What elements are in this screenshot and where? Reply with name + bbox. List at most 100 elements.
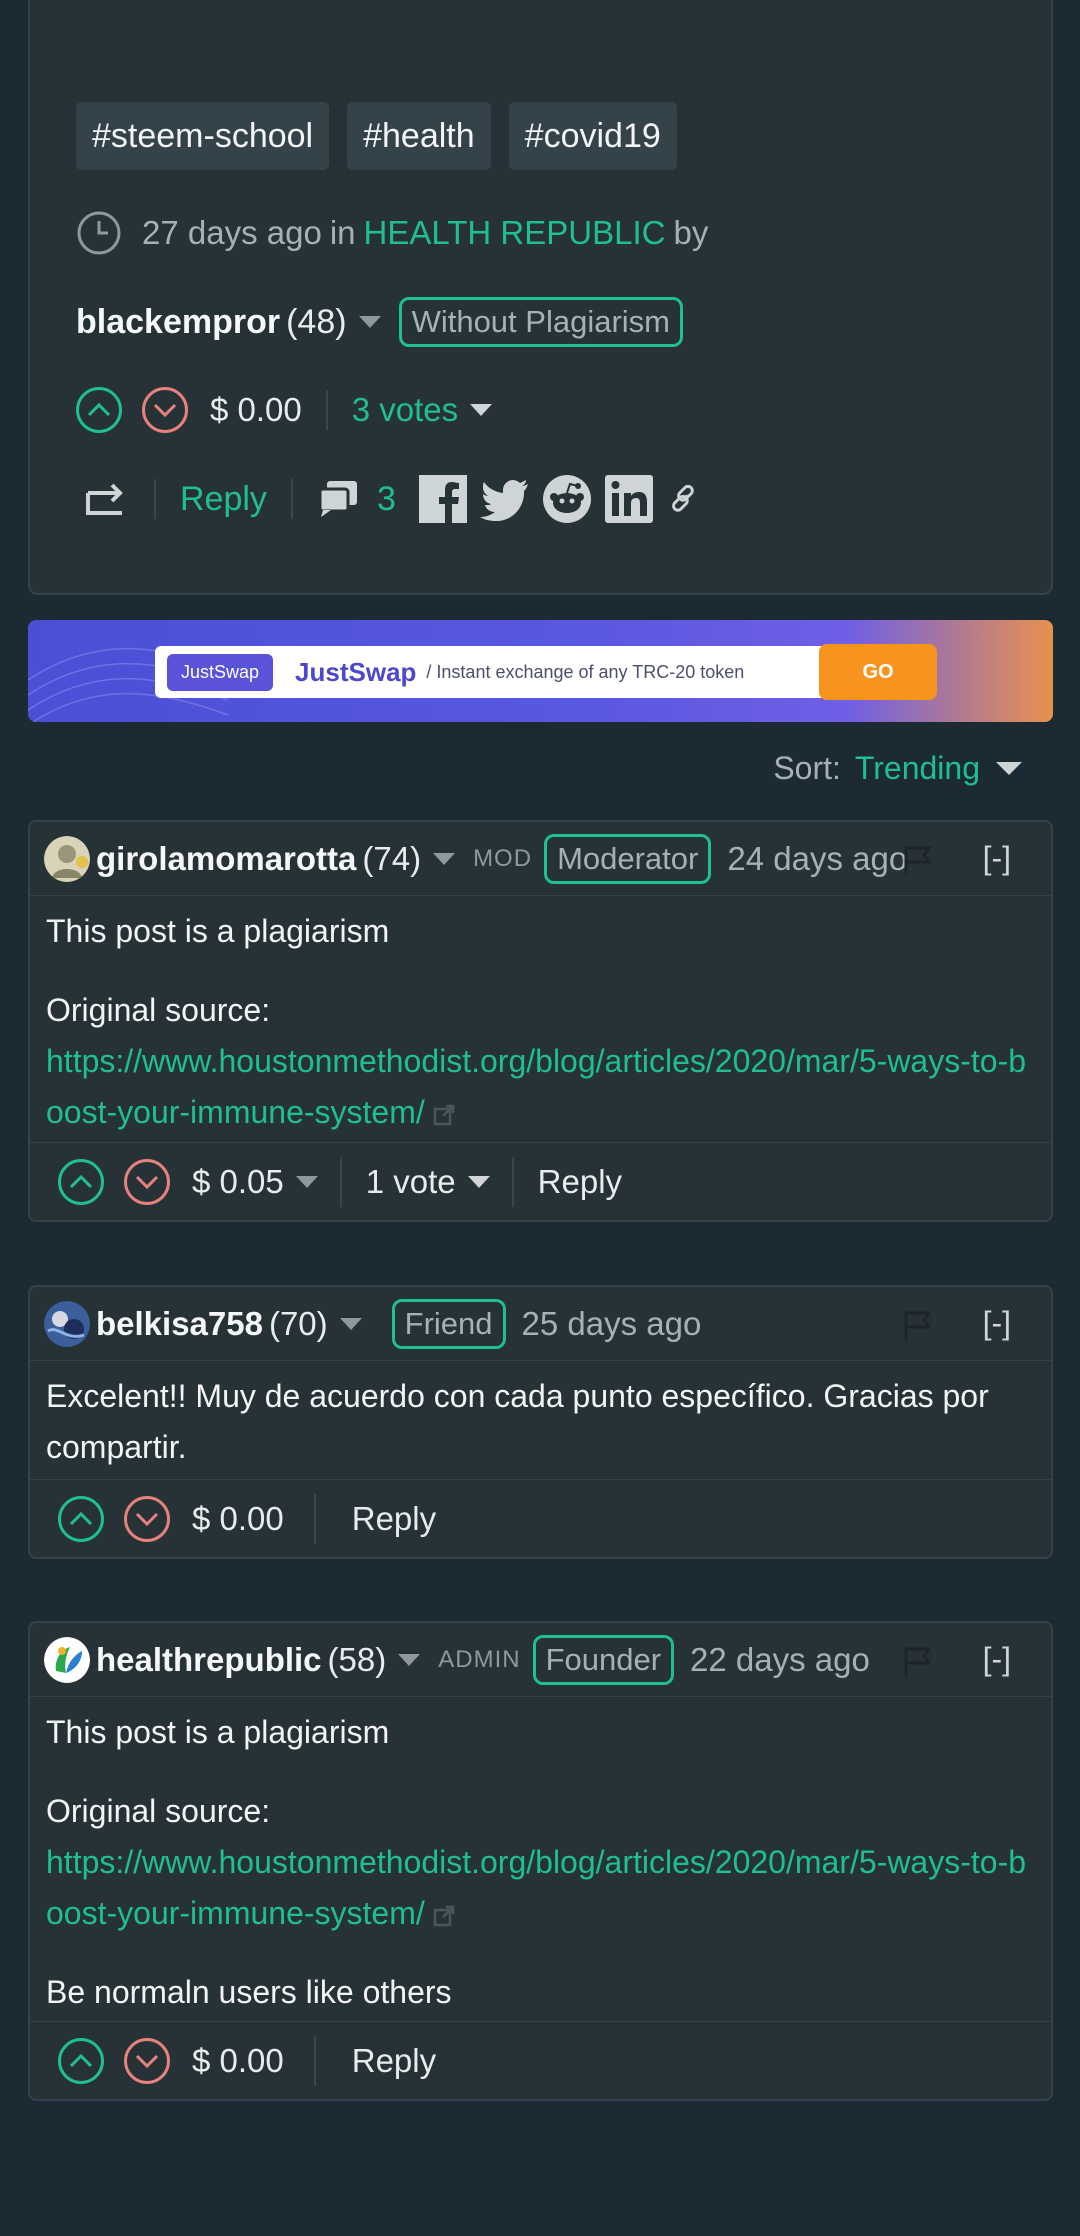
comment-votes[interactable]: 1 vote [366, 1163, 456, 1201]
post-votes[interactable]: 3 votes [352, 391, 458, 429]
role-label: ADMIN [438, 1645, 521, 1673]
comment-time[interactable]: 24 days ago [727, 840, 907, 878]
comment-author[interactable]: belkisa758 [96, 1305, 263, 1343]
upvote-button[interactable] [58, 1158, 104, 1205]
tag-steem-school[interactable]: #steem-school [76, 102, 330, 170]
divider [325, 390, 328, 430]
facebook-icon[interactable] [418, 474, 468, 524]
link-icon[interactable] [666, 477, 702, 521]
downvote-button[interactable] [142, 387, 188, 433]
comment-payout[interactable]: $ 0.00 [192, 1500, 284, 1538]
avatar[interactable] [44, 1636, 90, 1683]
post-action-bar: Reply 3 [76, 474, 702, 524]
downvote-button[interactable] [124, 1495, 170, 1542]
comment-text: This post is a plagiarism [46, 1714, 390, 1750]
author-badge: Without Plagiarism [398, 297, 683, 347]
post-vote-bar: $ 0.00 3 votes [76, 387, 510, 433]
chevron-down-icon [135, 2054, 159, 2068]
avatar[interactable] [44, 835, 90, 882]
upvote-button[interactable] [58, 1495, 104, 1542]
tag-health[interactable]: #health [347, 102, 491, 170]
author-reputation: (48) [286, 302, 347, 341]
source-link[interactable]: https://www.houstonmethodist.org/blog/ar… [46, 1043, 1026, 1130]
post-payout[interactable]: $ 0.00 [210, 391, 302, 429]
source-label: Original source: [46, 1793, 271, 1829]
by-text: by [673, 214, 709, 251]
clock-icon [77, 211, 121, 255]
linkedin-icon[interactable] [604, 474, 654, 524]
downvote-button[interactable] [124, 2037, 170, 2084]
comment-body: Excelent!! Muy de acuerdo con cada punto… [30, 1361, 1051, 1473]
sort-control[interactable]: Sort: Trending [773, 750, 1040, 787]
banner-title: JustSwap [295, 656, 417, 687]
chevron-up-icon [69, 1174, 93, 1188]
community-link[interactable]: HEALTH REPUBLIC [364, 214, 666, 252]
post-footer-card: #steem-school #health #covid19 27 days a… [28, 0, 1053, 595]
comment-author[interactable]: girolamomarotta [96, 840, 356, 878]
comment-footer: $ 0.00 Reply [30, 1479, 1051, 1557]
reddit-icon[interactable] [542, 474, 592, 524]
comment-payout[interactable]: $ 0.05 [192, 1163, 284, 1201]
banner-content: JustSwap JustSwap / Instant exchange of … [155, 644, 937, 700]
sort-value[interactable]: Trending [855, 750, 980, 787]
justswap-logo: JustSwap [167, 653, 274, 691]
flag-icon[interactable] [903, 844, 933, 876]
collapse-button[interactable]: [-] [983, 840, 1011, 877]
comment-time[interactable]: 25 days ago [522, 1305, 702, 1343]
source-label: Original source: [46, 992, 271, 1028]
upvote-button[interactable] [58, 2037, 104, 2084]
collapse-button[interactable]: [-] [983, 1305, 1011, 1342]
upvote-button[interactable] [76, 387, 122, 433]
chevron-up-icon [87, 402, 111, 417]
divider [511, 1156, 514, 1207]
comment-text: Excelent!! Muy de acuerdo con cada punto… [46, 1378, 989, 1465]
chevron-up-icon [69, 1511, 93, 1525]
collapse-button[interactable]: [-] [983, 1641, 1011, 1678]
comment-footer: $ 0.05 1 vote Reply [30, 1142, 1051, 1220]
comments-icon[interactable] [317, 479, 361, 519]
reblog-icon[interactable] [84, 479, 130, 519]
reply-button[interactable]: Reply [180, 480, 267, 519]
chevron-down-icon[interactable] [398, 1653, 421, 1666]
justswap-banner[interactable]: JustSwap JustSwap / Instant exchange of … [28, 620, 1053, 722]
divider [154, 479, 156, 519]
chevron-down-icon[interactable] [433, 852, 456, 865]
chevron-down-icon[interactable] [339, 1317, 362, 1330]
post-meta: 27 days ago in HEALTH REPUBLIC by [76, 210, 708, 256]
comment-count[interactable]: 3 [377, 480, 396, 519]
external-link-icon [433, 1905, 454, 1926]
avatar[interactable] [44, 1300, 90, 1347]
comment-card: healthrepublic (58) ADMIN Founder 22 day… [28, 1621, 1053, 2101]
downvote-button[interactable] [124, 1158, 170, 1205]
reply-button[interactable]: Reply [538, 1163, 622, 1201]
comment-author[interactable]: healthrepublic [96, 1641, 322, 1679]
go-button[interactable]: GO [819, 644, 937, 700]
divider [313, 1493, 316, 1544]
chevron-down-icon[interactable] [358, 316, 381, 328]
reply-button[interactable]: Reply [352, 2042, 436, 2080]
chevron-down-icon[interactable] [467, 1175, 490, 1188]
author-reputation: (74) [362, 839, 422, 877]
banner-subtitle: / Instant exchange of any TRC-20 token [426, 661, 745, 682]
reply-button[interactable]: Reply [352, 1500, 436, 1538]
flag-icon[interactable] [903, 1645, 933, 1677]
comment-card: belkisa758 (70) Friend 25 days ago [-] E… [28, 1285, 1053, 1559]
chevron-up-icon [69, 2053, 93, 2067]
chevron-down-icon[interactable] [996, 762, 1022, 775]
chevron-down-icon[interactable] [295, 1175, 318, 1188]
sort-label: Sort: [773, 750, 841, 786]
tag-covid19[interactable]: #covid19 [508, 102, 677, 170]
twitter-icon[interactable] [479, 474, 530, 524]
chevron-down-icon[interactable] [470, 404, 493, 416]
comment-time[interactable]: 22 days ago [690, 1641, 870, 1679]
chevron-down-icon [135, 1512, 159, 1526]
external-link-icon [433, 1104, 454, 1125]
comment-payout[interactable]: $ 0.00 [192, 2042, 284, 2080]
source-link[interactable]: https://www.houstonmethodist.org/blog/ar… [46, 1844, 1026, 1931]
comment-header: belkisa758 (70) Friend 25 days ago [-] [30, 1287, 1051, 1361]
comment-text: Be normaln users like others [46, 1974, 452, 2010]
author-badge: Founder [532, 1634, 675, 1685]
comment-body: This post is a plagiarism Original sourc… [30, 1697, 1051, 2018]
flag-icon[interactable] [903, 1309, 933, 1341]
post-author[interactable]: blackempror [76, 303, 280, 342]
